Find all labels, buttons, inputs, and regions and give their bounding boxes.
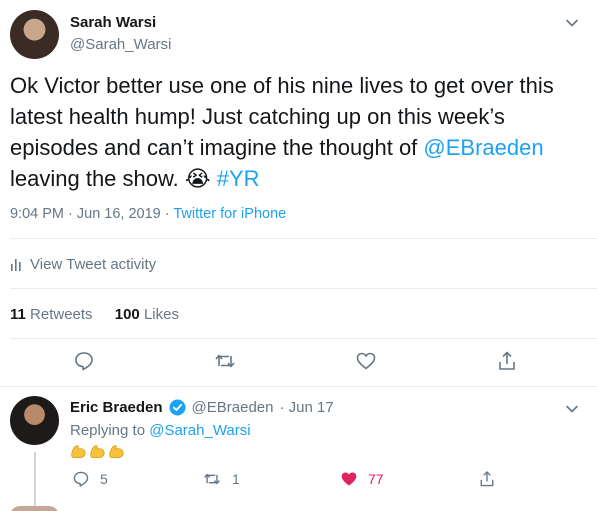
divider: [0, 386, 597, 387]
retweet-icon[interactable]: [214, 350, 236, 372]
reply-text: [70, 443, 125, 459]
reply-author-name[interactable]: Eric Braeden: [70, 399, 163, 416]
tweet-source[interactable]: Twitter for iPhone: [173, 206, 286, 222]
author-handle[interactable]: @Sarah_Warsi: [70, 36, 171, 53]
reply-date[interactable]: · Jun 17: [280, 399, 334, 416]
timestamp[interactable]: 9:04 PM · Jun 16, 2019: [10, 206, 161, 222]
likes-label: Likes: [143, 306, 179, 323]
like-icon[interactable]: [355, 350, 377, 372]
tweet-actions: [0, 350, 597, 374]
reply-reply-button[interactable]: 5: [72, 470, 108, 488]
chevron-down-icon[interactable]: [565, 16, 579, 30]
reply-avatar[interactable]: [10, 396, 59, 445]
likes-stat[interactable]: 100 Likes: [115, 306, 179, 323]
retweet-count: 1: [232, 471, 240, 487]
tweet-stats: 11 Retweets 100 Likes: [10, 306, 179, 323]
reply-count: 5: [100, 471, 108, 487]
tweet-line-text: episodes and can’t imagine the thought o…: [10, 135, 424, 160]
divider: [10, 338, 597, 339]
author-name[interactable]: Sarah Warsi: [70, 14, 156, 31]
likes-count: 100: [114, 306, 140, 323]
reply-header: Eric Braeden @EBraeden · Jun 17: [70, 399, 334, 416]
chevron-down-icon[interactable]: [565, 402, 579, 416]
tweet-line: leaving the show. 😭 #YR: [10, 163, 590, 194]
replying-to: Replying to @Sarah_Warsi: [70, 422, 251, 439]
tweet-line: Ok Victor better use one of his nine liv…: [10, 73, 554, 98]
tweet-line: latest health hump! Just catching up on …: [10, 104, 505, 129]
retweets-stat[interactable]: 11 Retweets: [10, 306, 93, 323]
reply-icon[interactable]: [73, 350, 95, 372]
tweet-text: Ok Victor better use one of his nine liv…: [10, 70, 590, 194]
divider: [10, 238, 597, 239]
retweets-count: 11: [10, 306, 26, 323]
divider: [10, 288, 597, 289]
reply-like-button[interactable]: 77: [340, 470, 384, 488]
thread-line: [34, 452, 36, 508]
avatar[interactable]: [10, 10, 59, 59]
retweets-label: Retweets: [30, 306, 93, 323]
view-activity-link[interactable]: View Tweet activity: [10, 256, 156, 273]
replying-mention[interactable]: @Sarah_Warsi: [149, 422, 250, 439]
reply-retweet-button[interactable]: 1: [202, 470, 240, 488]
reply-share-button[interactable]: [478, 470, 496, 488]
muscle-emoji: [90, 445, 105, 459]
retweet-icon: [204, 473, 220, 485]
verified-icon: [169, 399, 186, 416]
view-activity-label: View Tweet activity: [30, 256, 157, 273]
tweet-line: episodes and can’t imagine the thought o…: [10, 132, 590, 163]
replying-prefix: Replying to: [70, 422, 150, 439]
crying-emoji: 😭: [184, 166, 211, 191]
reply-author-handle[interactable]: @EBraeden: [192, 399, 274, 416]
muscle-emoji: [71, 445, 86, 459]
mention-link[interactable]: @EBraeden: [423, 135, 543, 160]
like-count: 77: [368, 471, 384, 487]
reply-actions: 5 1 77: [70, 470, 590, 492]
next-reply-avatar[interactable]: [10, 506, 59, 511]
tweet-line-text: leaving the show.: [10, 166, 185, 191]
meta-separator: ·: [160, 206, 174, 222]
share-icon[interactable]: [496, 350, 518, 372]
tweet-meta: 9:04 PM · Jun 16, 2019 · Twitter for iPh…: [10, 206, 286, 222]
muscle-emoji: [109, 445, 124, 459]
hashtag-link[interactable]: #YR: [217, 166, 260, 191]
reply-icon: [73, 471, 89, 487]
share-icon: [480, 471, 494, 487]
like-icon: [341, 472, 357, 486]
chart-icon: [11, 258, 21, 271]
